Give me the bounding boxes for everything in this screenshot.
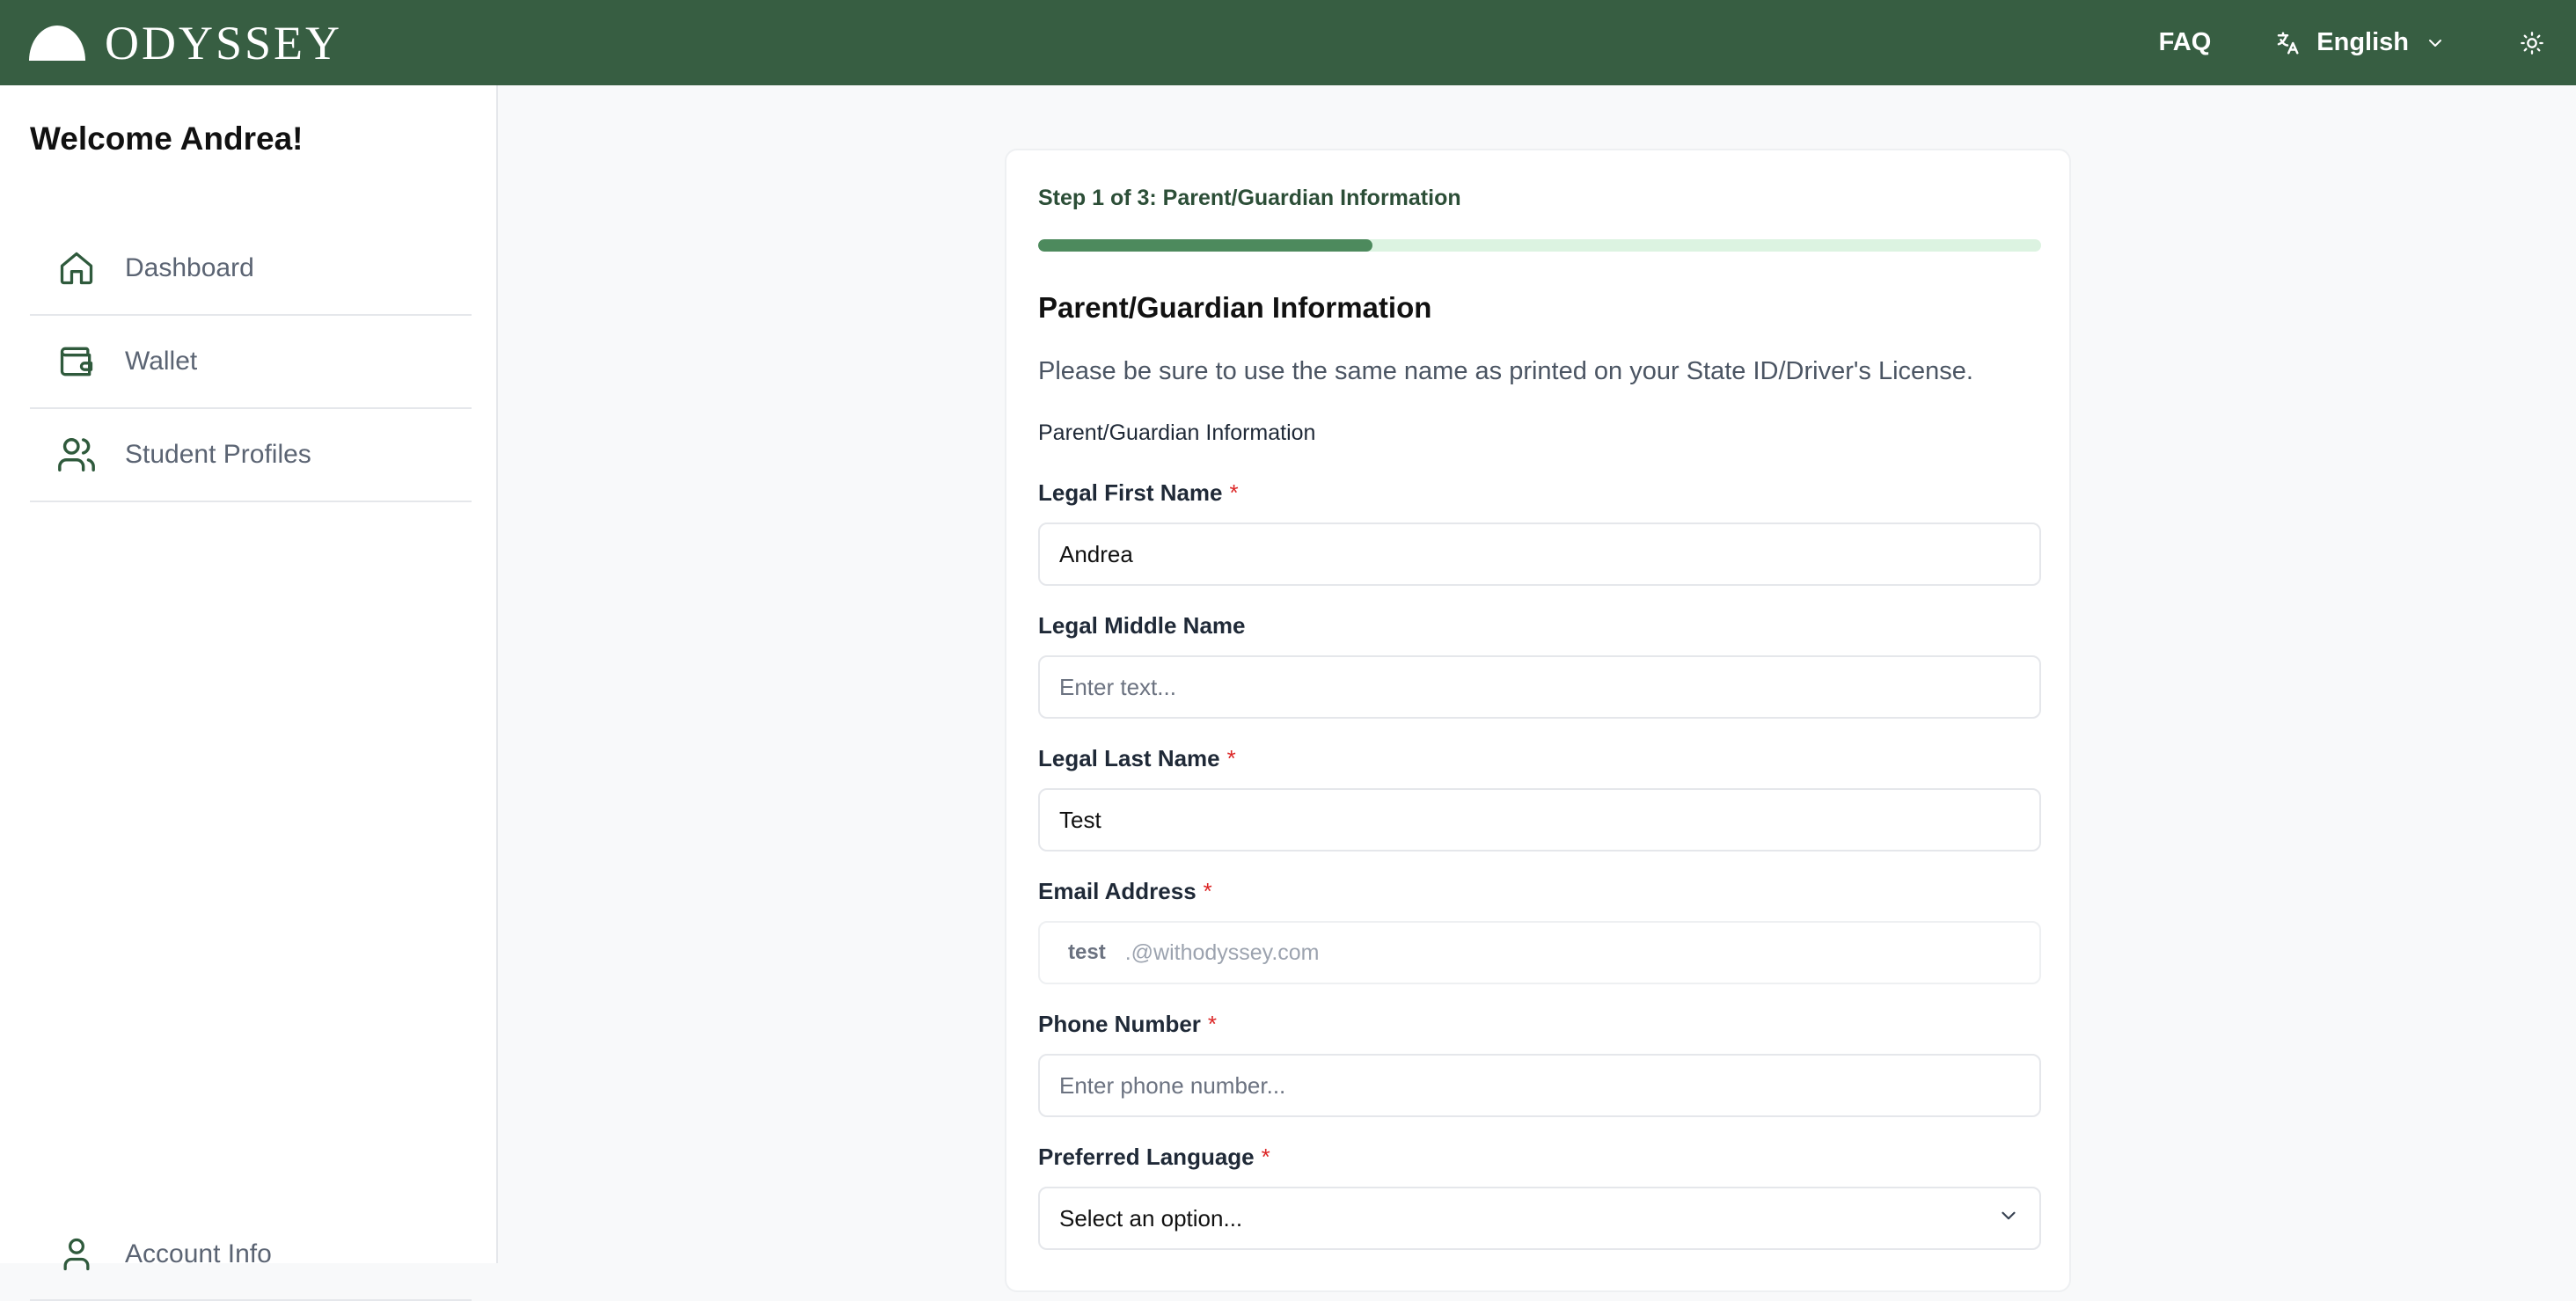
language-label: English [2316,28,2409,56]
email-field[interactable]: test .@withodyssey.com [1038,921,2041,984]
middle-name-input[interactable] [1038,655,2041,719]
translate-icon [2274,30,2301,56]
language-selector[interactable]: English [2274,28,2446,57]
sidebar-item-label: Wallet [125,347,198,376]
middle-name-label-text: Legal Middle Name [1038,612,1246,639]
brand-name: ODYSSEY [105,16,343,69]
progress-bar-fill [1038,239,1372,252]
users-icon [55,433,99,477]
select-value: Select an option... [1059,1204,1243,1232]
form-title: Parent/Guardian Information [1038,291,1432,324]
first-name-label-text: Legal First Name [1038,479,1223,506]
faq-link[interactable]: FAQ [2159,28,2212,57]
language-label: Preferred Language * [1038,1144,1270,1171]
sidebar-item-account-info[interactable]: Account Info [30,1210,472,1301]
theme-toggle-sun-icon[interactable] [2520,31,2544,55]
step-indicator: Step 1 of 3: Parent/Guardian Information [1038,186,1461,210]
home-icon [55,246,99,290]
required-marker: * [1203,878,1212,904]
language-label-text: Preferred Language [1038,1144,1255,1170]
phone-label-text: Phone Number [1038,1011,1201,1037]
brand-logo[interactable]: ODYSSEY [29,19,342,67]
wallet-icon [55,340,99,384]
logo-icon [29,25,85,61]
first-name-label: Legal First Name * [1038,479,1239,507]
registration-form-card: Step 1 of 3: Parent/Guardian Information… [1005,149,2071,1292]
sidebar-item-label: Account Info [125,1239,272,1268]
last-name-label: Legal Last Name * [1038,745,1236,772]
email-prefix: test [1068,940,1106,964]
chevron-down-icon [1997,1204,2020,1233]
phone-label: Phone Number * [1038,1011,1217,1038]
sidebar-item-dashboard[interactable]: Dashboard [30,223,472,316]
required-marker: * [1226,745,1236,771]
progress-bar [1038,239,2041,252]
email-label: Email Address * [1038,878,1212,905]
sidebar-item-wallet[interactable]: Wallet [30,316,472,409]
chevron-down-icon [2425,33,2446,54]
sidebar-item-label: Student Profiles [125,440,311,469]
sidebar-bottom-nav: Account Info [30,1210,472,1301]
sidebar-item-student-profiles[interactable]: Student Profiles [30,409,472,502]
phone-input[interactable] [1038,1054,2041,1117]
email-domain: .@withodyssey.com [1124,939,1320,965]
top-bar: ODYSSEY FAQ English [0,0,2576,85]
last-name-input[interactable] [1038,788,2041,851]
welcome-message: Welcome Andrea! [30,121,304,157]
required-marker: * [1207,1011,1218,1037]
middle-name-label: Legal Middle Name [1038,612,1246,640]
first-name-input[interactable] [1038,523,2041,586]
section-label: Parent/Guardian Information [1038,420,1316,445]
preferred-language-select[interactable]: Select an option... [1038,1187,2041,1250]
user-icon [55,1232,99,1276]
last-name-label-text: Legal Last Name [1038,745,1220,771]
email-label-text: Email Address [1038,878,1197,904]
sidebar-item-label: Dashboard [125,253,254,282]
required-marker: * [1229,479,1239,506]
required-marker: * [1261,1144,1270,1170]
form-subtitle: Please be sure to use the same name as p… [1038,357,1973,385]
sidebar: Welcome Andrea! Dashboard Wallet Student… [0,85,498,1301]
sidebar-nav: Dashboard Wallet Student Profiles [30,223,472,502]
